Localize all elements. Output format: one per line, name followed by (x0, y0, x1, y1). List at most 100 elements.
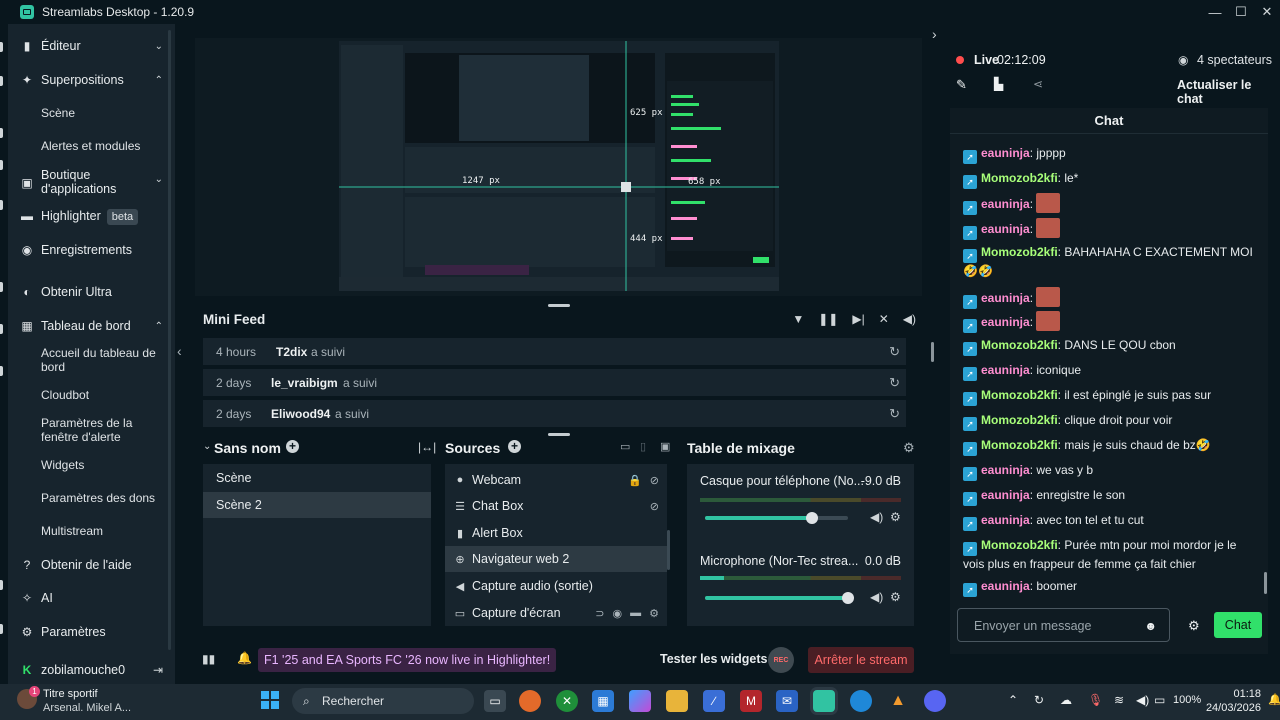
speaker-icon[interactable]: ◀) (870, 510, 883, 524)
chat-settings-gear-icon[interactable]: ⚙ (1188, 618, 1200, 634)
add-scene-icon[interactable]: + (286, 440, 299, 453)
collapse-sidebar-icon[interactable]: ‹ (177, 343, 182, 359)
add-folder-icon[interactable]: ▭ (620, 440, 630, 453)
source-item[interactable]: ☰ Chat Box ⊘ (445, 493, 667, 519)
sidebar-item-overlays[interactable]: ✦ Superpositions ⌃ (8, 72, 175, 88)
store-icon[interactable]: ▦ (592, 690, 614, 712)
sidebar-subitem-multistream[interactable]: Multistream (41, 524, 103, 538)
lock-icon[interactable]: 🔒 (628, 474, 642, 487)
notification-bell-icon[interactable]: 🔔 (237, 651, 252, 665)
expand-chat-icon[interactable]: › (932, 26, 937, 42)
chat-scrollbar[interactable] (1264, 572, 1267, 594)
source-item[interactable]: ▮ Alert Box (445, 520, 667, 546)
copilot-icon[interactable] (629, 690, 651, 712)
sidebar-subitem-scene[interactable]: Scène (41, 106, 75, 120)
unlock-icon[interactable]: ⊃ (595, 607, 604, 620)
scene-item[interactable]: Scène (203, 465, 431, 491)
dashboard-cards-icon[interactable]: ▙ (994, 77, 1003, 91)
chat-username[interactable]: eauninja (981, 513, 1030, 527)
visibility-off-icon[interactable]: ⊘ (650, 500, 659, 513)
maximize-icon[interactable]: ☐ (1228, 0, 1254, 24)
sync-icon[interactable]: ↻ (1034, 693, 1044, 707)
chat-username[interactable]: eauninja (981, 488, 1030, 502)
volume-slider-knob[interactable] (806, 512, 819, 524)
speaker-icon[interactable]: ◀) (870, 590, 883, 604)
sidebar-item-help[interactable]: ? Obtenir de l'aide (8, 557, 175, 573)
volume-slider[interactable] (705, 592, 854, 604)
chat-message-input[interactable]: Envoyer un message ☻ (957, 608, 1170, 642)
gear-icon[interactable]: ⚙ (890, 510, 901, 524)
clock-date[interactable]: 24/03/2026 (1204, 702, 1261, 714)
edit-pencil-icon[interactable]: ✎ (956, 77, 967, 93)
sidebar-item-settings[interactable]: ⚙ Paramètres (8, 624, 175, 640)
gear-icon[interactable]: ⚙ (890, 590, 901, 604)
sidebar-subitem-alerts[interactable]: Alertes et modules (41, 139, 140, 153)
sidebar-subitem-alertbox-settings[interactable]: Paramètres de la fenêtre d'alerte (41, 416, 151, 444)
gear-icon[interactable]: ⚙ (649, 607, 659, 620)
streamlabs-taskbar-icon[interactable] (813, 690, 835, 712)
close-icon[interactable]: ✕ (1254, 0, 1280, 24)
chat-username[interactable]: Momozob2kfi (981, 538, 1058, 552)
sidebar-item-highlighter[interactable]: ▬ Highlighter beta (8, 208, 175, 225)
sidebar-item-ultra[interactable]: ◐ Obtenir Ultra (8, 284, 175, 300)
test-widgets-button[interactable]: Tester les widgets (660, 652, 767, 666)
source-item[interactable]: ● Webcam 🔒 ⊘ (445, 467, 667, 493)
sidebar-item-appstore[interactable]: ▣ Boutique d'applications ⌄ (8, 168, 175, 198)
file-explorer-icon[interactable] (666, 690, 688, 712)
scene-item-selected[interactable]: Scène 2 (203, 492, 431, 518)
sidebar-item-user[interactable]: K zobilamouche0 ⇥ (8, 662, 175, 678)
sidebar-item-recordings[interactable]: ◉ Enregistrements (8, 242, 175, 258)
sidebar-subitem-widgets[interactable]: Widgets (41, 458, 84, 472)
collapse-scenes-icon[interactable]: ⌄ (203, 441, 211, 452)
editor-scrollbar[interactable] (931, 342, 934, 362)
refresh-chat-button[interactable]: Actualiser le chat (1177, 78, 1280, 106)
edge-icon[interactable] (850, 690, 872, 712)
highlighter-promo-banner[interactable]: F1 '25 and EA Sports FC '26 now live in … (258, 648, 557, 672)
pause-icon[interactable]: ❚❚ (818, 312, 838, 326)
chat-username[interactable]: eauninja (981, 463, 1030, 477)
logout-icon[interactable]: ⇥ (153, 663, 163, 677)
vlc-icon[interactable]: ▲ (887, 690, 909, 712)
chat-username[interactable]: eauninja (981, 315, 1030, 329)
sidebar-scrollbar[interactable] (168, 30, 171, 650)
stats-chart-icon[interactable]: ▮▮ (202, 652, 215, 666)
sidebar-subitem-cloudbot[interactable]: Cloudbot (41, 388, 89, 402)
chat-username[interactable]: eauninja (981, 197, 1030, 211)
volume-icon[interactable]: ◀) (903, 312, 916, 326)
record-button[interactable]: REC (768, 647, 794, 673)
mixer-settings-gear-icon[interactable]: ⚙ (903, 440, 915, 456)
volume-tray-icon[interactable]: ◀) (1136, 693, 1149, 707)
battery-icon[interactable]: ▭ (1154, 693, 1165, 707)
replay-icon[interactable]: ↻ (889, 344, 900, 360)
chat-username[interactable]: Momozob2kfi (981, 338, 1058, 352)
add-source-icon[interactable]: + (508, 440, 521, 453)
pen-app-icon[interactable]: ∕ (703, 690, 725, 712)
sidebar-item-ai[interactable]: ✧ AI (8, 590, 175, 606)
chat-username[interactable]: Momozob2kfi (981, 171, 1058, 185)
share-icon[interactable]: ⋖ (1033, 77, 1043, 91)
mute-notifications-icon[interactable]: ✕ (879, 312, 889, 326)
taskbar-search[interactable]: ⌕ Rechercher (292, 688, 474, 714)
source-item[interactable]: ▭ Capture d'écran ⊃ ◉ ▬ ⚙ (445, 600, 667, 626)
eye-icon[interactable]: ◉ (613, 607, 623, 620)
firefox-icon[interactable] (519, 690, 541, 712)
source-properties-icon[interactable]: ▣ (660, 440, 670, 453)
stop-stream-button[interactable]: Arrêter le stream (808, 647, 914, 673)
sidebar-item-dashboard[interactable]: ▦ Tableau de bord ⌃ (8, 318, 175, 334)
chat-username[interactable]: eauninja (981, 222, 1030, 236)
remove-source-icon[interactable]: ▯ (640, 440, 646, 453)
resize-handle[interactable] (548, 433, 570, 436)
volume-slider-knob[interactable] (842, 592, 854, 604)
chat-username[interactable]: Momozob2kfi (981, 413, 1058, 427)
minimize-icon[interactable]: — (1202, 0, 1228, 24)
sidebar-subitem-donation-settings[interactable]: Paramètres des dons (41, 491, 155, 505)
outlook-icon[interactable]: ✉ (776, 690, 798, 712)
source-item-selected[interactable]: ⊕ Navigateur web 2 (445, 546, 667, 572)
visibility-off-icon[interactable]: ⊘ (650, 474, 659, 487)
sidebar-item-editor[interactable]: ▮ Éditeur ⌄ (8, 38, 175, 54)
chat-username[interactable]: eauninja (981, 291, 1030, 305)
scene-collection-title[interactable]: Sans nom (214, 440, 281, 456)
replay-icon[interactable]: ↻ (889, 406, 900, 422)
chat-username[interactable]: eauninja (981, 579, 1030, 593)
notification-center-icon[interactable]: 🔔 (1268, 693, 1280, 706)
